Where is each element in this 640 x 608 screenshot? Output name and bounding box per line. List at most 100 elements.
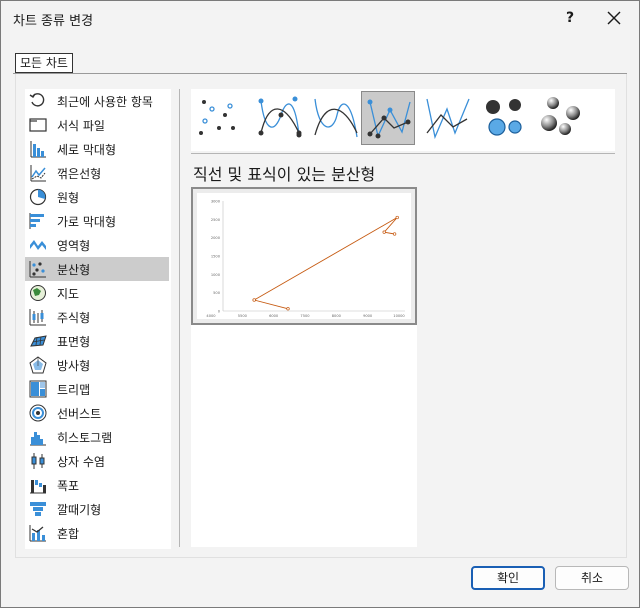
close-icon (607, 11, 621, 25)
y-tick-label: 2000 (211, 236, 221, 240)
chart-category-label: 깔때기형 (57, 503, 102, 517)
chart-category-label: 혼합 (57, 527, 80, 541)
chart-category-funnel[interactable]: 깔때기형 (25, 497, 169, 521)
chart-category-label: 상자 수염 (57, 455, 105, 469)
chart-category-label: 서식 파일 (57, 119, 105, 133)
chart-category-folder[interactable]: 서식 파일 (25, 113, 169, 137)
chart-category-surface[interactable]: 표면형 (25, 329, 169, 353)
pie-chart-icon (29, 188, 47, 206)
histogram-chart-icon (30, 432, 46, 446)
chart-category-label: 세로 막대형 (57, 143, 117, 157)
chart-category-label: 주식형 (57, 311, 91, 325)
radar-chart-icon (29, 356, 47, 374)
chart-subtype-scatter-markers[interactable] (193, 91, 247, 145)
scatter-chart-icon (29, 261, 46, 278)
chart-category-stock[interactable]: 주식형 (25, 305, 169, 329)
x-tick-label: 6000 (269, 314, 279, 318)
data-point (392, 232, 397, 236)
dialog-title: 차트 종류 변경 (13, 14, 94, 29)
chart-category-radar[interactable]: 방사형 (25, 353, 169, 377)
close-button[interactable] (601, 5, 627, 31)
chart-category-treemap[interactable]: 트리맵 (25, 377, 169, 401)
chart-category-label: 폭포 (57, 479, 80, 493)
chart-category-pie[interactable]: 원형 (25, 185, 169, 209)
bubble-icon (486, 99, 522, 136)
chart-category-area[interactable]: 영역형 (25, 233, 169, 257)
scatter-smooth-lines-markers-icon (258, 96, 302, 138)
chart-category-recent[interactable]: 최근에 사용한 항목 (25, 89, 169, 113)
scatter-straight-lines-markers-icon (367, 99, 411, 139)
chart-category-bar[interactable]: 가로 막대형 (25, 209, 169, 233)
bar-chart-icon (29, 213, 44, 229)
area-chart-icon (30, 240, 46, 250)
scatter-smooth-lines-icon (314, 98, 358, 138)
x-tick-label: 5500 (238, 314, 248, 318)
chart-subtype-gallery (191, 89, 615, 151)
chart-category-sunburst[interactable]: 선버스트 (25, 401, 169, 425)
chart-category-map[interactable]: 지도 (25, 281, 169, 305)
chart-category-column[interactable]: 세로 막대형 (25, 137, 169, 161)
chart-category-label: 꺾은선형 (57, 167, 102, 181)
y-tick-label: 1000 (211, 273, 221, 277)
data-point (382, 230, 386, 234)
chart-category-label: 선버스트 (57, 407, 102, 421)
chart-subtype-scatter-straight-lines-markers[interactable] (361, 91, 415, 145)
chart-category-label: 지도 (57, 287, 80, 301)
selected-subtype-title: 직선 및 표식이 있는 분산형 (193, 165, 376, 184)
x-tick-label: 4000 (206, 314, 216, 318)
x-tick-label: 9000 (363, 314, 373, 318)
chart-category-label: 가로 막대형 (57, 215, 117, 229)
chart-category-label: 영역형 (57, 239, 91, 253)
horizontal-divider (191, 153, 615, 154)
stock-chart-icon (29, 309, 46, 326)
map-chart-icon (30, 285, 46, 301)
surface-chart-icon (30, 335, 47, 347)
chart-category-label: 트리맵 (57, 383, 91, 397)
chart-category-list: 최근에 사용한 항목서식 파일세로 막대형꺾은선형원형가로 막대형영역형분산형지… (25, 89, 171, 549)
x-tick-label: 10000 (393, 314, 405, 318)
chart-subtype-bubble[interactable] (477, 91, 531, 145)
chart-subtype-scatter-smooth-lines[interactable] (309, 91, 363, 145)
y-tick-label: 1500 (211, 255, 221, 259)
y-tick-label: 500 (213, 291, 221, 295)
chart-category-line[interactable]: 꺾은선형 (25, 161, 169, 185)
ok-button[interactable]: 확인 (471, 566, 545, 590)
change-chart-type-dialog: 차트 종류 변경 ? 모든 차트 최근에 사용한 항목서식 파일세로 막대형꺾은… (0, 0, 640, 608)
chart-category-combo[interactable]: 혼합 (25, 521, 169, 545)
chart-subtype-scatter-smooth-lines-markers[interactable] (253, 91, 307, 145)
cancel-button[interactable]: 취소 (555, 566, 629, 590)
chart-category-label: 원형 (57, 191, 80, 205)
chart-category-label: 최근에 사용한 항목 (57, 95, 153, 109)
bubble-3d-icon (541, 97, 580, 135)
chart-subtype-bubble-3d[interactable] (533, 91, 587, 145)
chart-category-waterfall[interactable]: 폭포 (25, 473, 169, 497)
line-chart-icon (30, 165, 46, 182)
folder-icon (29, 118, 47, 132)
chart-category-label: 히스토그램 (57, 431, 113, 445)
box-whisker-chart-icon (31, 453, 45, 469)
chart-subtype-scatter-straight-lines[interactable] (421, 91, 475, 145)
waterfall-chart-icon (30, 480, 46, 494)
chart-category-scatter[interactable]: 분산형 (25, 257, 169, 281)
tab-all-charts[interactable]: 모든 차트 (15, 53, 73, 73)
chart-category-label: 표면형 (57, 335, 91, 349)
chart-category-label: 방사형 (57, 359, 91, 373)
chart-preview-thumbnail[interactable]: 3000 2500 2000 1500 1000 500 0 4000 5500 6000 7500… (191, 187, 417, 325)
treemap-chart-icon (29, 380, 47, 398)
help-button[interactable]: ? (557, 5, 583, 31)
title-bar: 차트 종류 변경 ? (1, 1, 639, 37)
sunburst-chart-icon (29, 404, 47, 422)
scatter-markers-icon (199, 100, 235, 135)
series-line (253, 217, 398, 310)
data-point (286, 307, 290, 311)
combo-chart-icon (29, 525, 46, 542)
chart-category-box-whisker[interactable]: 상자 수염 (25, 449, 169, 473)
x-tick-label: 8000 (332, 314, 342, 318)
chart-category-histogram[interactable]: 히스토그램 (25, 425, 169, 449)
data-point (395, 215, 399, 220)
y-tick-label: 0 (218, 310, 221, 314)
vertical-divider (179, 89, 180, 547)
chart-category-label: 분산형 (57, 263, 91, 277)
chart-preview: 3000 2500 2000 1500 1000 500 04000 5500 6000 7500… (206, 200, 405, 319)
recent-icon (29, 93, 45, 107)
